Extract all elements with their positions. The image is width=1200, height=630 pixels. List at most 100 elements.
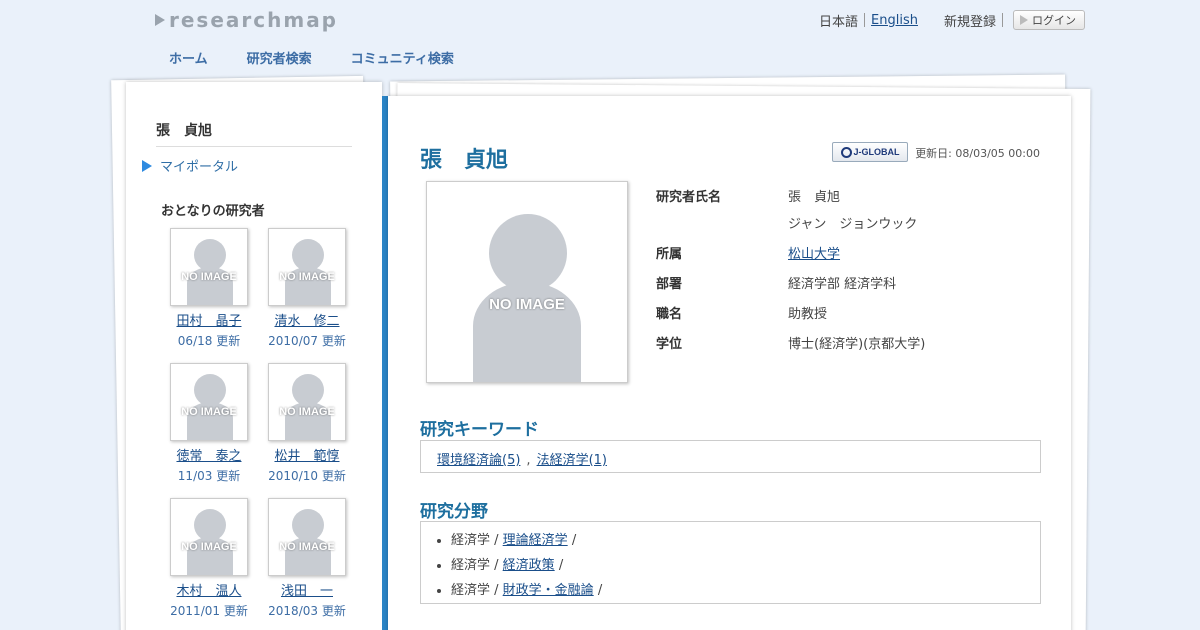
- neighbor-card: NO IMAGE 徳常 泰之 11/03 更新: [160, 363, 258, 484]
- field-category: 経済学 /: [451, 533, 499, 548]
- research-fields-heading: 研究分野: [420, 502, 488, 522]
- neighbor-updated: 2010/07 更新: [268, 334, 346, 348]
- login-label: ログイン: [1032, 14, 1076, 27]
- neighbor-name-link[interactable]: 浅田 一: [281, 580, 333, 599]
- logo[interactable]: researchmap: [155, 8, 338, 32]
- logo-text: researchmap: [169, 8, 339, 32]
- field-suffix: /: [558, 558, 564, 573]
- login-button[interactable]: ログイン: [1013, 10, 1085, 30]
- neighbor-updated: 2010/10 更新: [268, 469, 346, 483]
- keyword-link[interactable]: 法経済学(1): [537, 453, 607, 468]
- field-category: 経済学 /: [451, 558, 499, 573]
- no-image-label: NO IMAGE: [279, 406, 335, 418]
- no-image-label: NO IMAGE: [181, 541, 237, 553]
- info-value-kana: ジャン ジョンウック: [788, 217, 918, 232]
- divider: [864, 13, 866, 27]
- profile-info: 研究者氏名 張 貞旭 ジャン ジョンウック 所属 松山大学 部署 経済学部 経済…: [656, 186, 925, 363]
- no-image-label: NO IMAGE: [181, 406, 237, 418]
- neighbor-updated: 2018/03 更新: [268, 604, 346, 618]
- nav-home[interactable]: ホーム: [169, 48, 208, 67]
- affiliation-link[interactable]: 松山大学: [788, 247, 840, 262]
- field-link[interactable]: 財政学・金融論: [503, 583, 594, 598]
- keywords-box: 環境経済論(5), 法経済学(1): [420, 440, 1041, 473]
- neighbor-name-link[interactable]: 松井 範惇: [274, 445, 339, 464]
- neighbor-card: NO IMAGE 松井 範惇 2010/10 更新: [258, 363, 356, 484]
- no-image-label: NO IMAGE: [181, 271, 237, 283]
- profile-panel: 張 貞旭 J-GLOBAL 更新日: 08/03/05 00:00 NO IMA…: [388, 96, 1071, 630]
- list-item: 経済学 / 財政学・金融論 /: [451, 579, 1040, 598]
- lang-japanese[interactable]: 日本語: [819, 11, 858, 30]
- neighbor-name-link[interactable]: 清水 修二: [274, 310, 339, 329]
- neighbor-photo[interactable]: NO IMAGE: [170, 498, 248, 576]
- neighbor-card: NO IMAGE 浅田 一 2018/03 更新: [258, 498, 356, 619]
- research-fields-list: 経済学 / 理論経済学 / 経済学 / 経済政策 / 経済学 / 財政学・金融論…: [420, 521, 1041, 604]
- neighbor-name-link[interactable]: 徳常 泰之: [176, 445, 241, 464]
- page-title: 張 貞旭: [420, 148, 509, 173]
- keyword-link[interactable]: 環境経済論(5): [437, 453, 520, 468]
- neighbor-photo[interactable]: NO IMAGE: [170, 228, 248, 306]
- list-item: 経済学 / 理論経済学 /: [451, 529, 1040, 548]
- jglobal-button[interactable]: J-GLOBAL: [832, 142, 908, 162]
- register-link[interactable]: 新規登録: [944, 11, 996, 30]
- nav-community-search[interactable]: コミュニティ検索: [351, 48, 454, 67]
- neighbor-card: NO IMAGE 木村 温人 2011/01 更新: [160, 498, 258, 619]
- neighbor-photo[interactable]: NO IMAGE: [170, 363, 248, 441]
- info-value-name: 張 貞旭: [788, 190, 841, 205]
- main-nav: ホーム 研究者検索 コミュニティ検索: [169, 48, 454, 67]
- neighbor-photo[interactable]: NO IMAGE: [268, 363, 346, 441]
- sidebar-researcher-name: 張 貞旭: [156, 120, 352, 147]
- info-label: 学位: [656, 337, 683, 352]
- profile-photo: NO IMAGE: [426, 181, 628, 383]
- play-icon: [1020, 15, 1028, 25]
- myportal-label: マイポータル: [160, 160, 239, 175]
- keyword-separator: ,: [526, 453, 531, 468]
- neighbor-name-link[interactable]: 田村 晶子: [176, 310, 241, 329]
- info-row-department: 部署 経済学部 経済学科: [656, 273, 925, 292]
- keywords-heading: 研究キーワード: [420, 420, 539, 440]
- jglobal-logo-icon: [840, 146, 852, 158]
- info-row-name: 研究者氏名 張 貞旭 ジャン ジョンウック: [656, 186, 925, 232]
- field-link[interactable]: 理論経済学: [503, 533, 568, 548]
- field-link[interactable]: 経済政策: [503, 558, 555, 573]
- neighbor-updated: 11/03 更新: [177, 469, 241, 483]
- info-value-position: 助教授: [788, 307, 828, 322]
- myportal-link[interactable]: マイポータル: [142, 156, 238, 175]
- list-item: 経済学 / 経済政策 /: [451, 554, 1040, 573]
- info-value-degree: 博士(経済学)(京都大学): [788, 337, 926, 352]
- jglobal-label: J-GLOBAL: [853, 147, 900, 157]
- info-value-group: 張 貞旭 ジャン ジョンウック: [788, 186, 917, 232]
- neighbor-updated: 06/18 更新: [177, 334, 241, 348]
- field-category: 経済学 /: [451, 583, 499, 598]
- field-suffix: /: [571, 533, 577, 548]
- info-label: 所属: [656, 247, 683, 262]
- info-label: 研究者氏名: [656, 190, 722, 205]
- neighbors-grid: NO IMAGE 田村 晶子 06/18 更新 NO IMAGE 清水 修二 2010/0…: [160, 228, 360, 619]
- nav-researcher-search[interactable]: 研究者検索: [247, 48, 312, 67]
- neighbor-card: NO IMAGE 清水 修二 2010/07 更新: [258, 228, 356, 349]
- neighbor-name-link[interactable]: 木村 温人: [176, 580, 241, 599]
- avatar-head-icon: [489, 214, 567, 292]
- info-row-affiliation: 所属 松山大学: [656, 243, 925, 262]
- no-image-label: NO IMAGE: [279, 271, 335, 283]
- divider: [1002, 13, 1003, 27]
- neighbor-photo[interactable]: NO IMAGE: [268, 228, 346, 306]
- info-label: 部署: [656, 277, 683, 292]
- info-label: 職名: [656, 307, 683, 322]
- info-row-degree: 学位 博士(経済学)(京都大学): [656, 333, 925, 352]
- sidebar: 張 貞旭 マイポータル おとなりの研究者 NO IMAGE 田村 晶子 06/18 …: [126, 82, 382, 630]
- neighbor-updated: 2011/01 更新: [170, 604, 248, 618]
- neighbors-heading: おとなりの研究者: [161, 204, 265, 219]
- play-icon: [142, 159, 152, 172]
- neighbor-card: NO IMAGE 田村 晶子 06/18 更新: [160, 228, 258, 349]
- no-image-label: NO IMAGE: [489, 296, 565, 313]
- lang-english-link[interactable]: English: [871, 13, 918, 28]
- info-value-group: 松山大学: [788, 243, 840, 262]
- neighbor-photo[interactable]: NO IMAGE: [268, 498, 346, 576]
- no-image-label: NO IMAGE: [279, 541, 335, 553]
- updated-date: 更新日: 08/03/05 00:00: [915, 147, 1040, 160]
- logo-play-icon: [155, 14, 165, 26]
- field-suffix: /: [597, 583, 603, 598]
- header-links: 日本語 English 新規登録 ログイン: [819, 10, 1085, 30]
- info-row-position: 職名 助教授: [656, 303, 925, 322]
- info-value-department: 経済学部 経済学科: [788, 277, 897, 292]
